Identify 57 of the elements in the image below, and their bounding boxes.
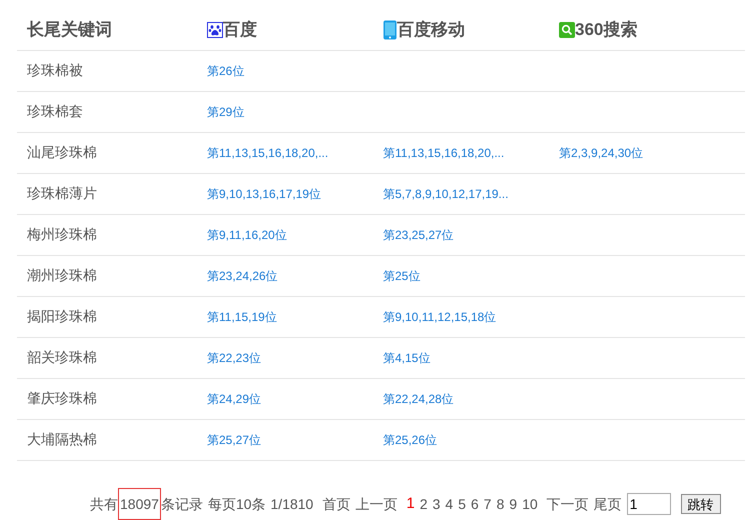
keyword-cell: 梅州珍珠棉: [27, 226, 97, 242]
page-link[interactable]: 5: [458, 494, 466, 514]
page-input[interactable]: 1: [626, 493, 671, 515]
rank-link[interactable]: 第25,27位: [207, 433, 262, 447]
rank-link[interactable]: 第9,10,11,12,15,18位: [383, 310, 496, 324]
rank-link[interactable]: 第29位: [207, 105, 244, 119]
column-header: 百度: [223, 19, 257, 42]
page-link[interactable]: 10: [522, 494, 538, 514]
prev-page-link[interactable]: 上一页: [355, 494, 398, 514]
rank-link[interactable]: 第11,13,15,16,18,20,...: [207, 146, 328, 160]
keyword-cell: 揭阳珍珠棉: [27, 308, 97, 324]
page-link[interactable]: 7: [484, 494, 492, 514]
column-header: 长尾关键词: [27, 19, 112, 42]
page-link[interactable]: 9: [509, 494, 518, 514]
keyword-cell: 汕尾珍珠棉: [27, 144, 97, 160]
paw-icon: [207, 22, 223, 38]
page-link[interactable]: 3: [432, 494, 440, 514]
rank-link[interactable]: 第26位: [207, 64, 244, 78]
rank-link[interactable]: 第11,15,19位: [207, 310, 277, 324]
page-link[interactable]: 6: [470, 494, 479, 514]
column-header: 360搜索: [575, 19, 638, 42]
total-count: 18097: [118, 488, 161, 520]
column-header: 百度移动: [397, 19, 465, 42]
keyword-cell: 珍珠棉被: [27, 62, 83, 78]
first-page-link[interactable]: 首页: [322, 494, 350, 514]
rank-link[interactable]: 第9,10,13,16,17,19位: [207, 187, 322, 201]
jump-button[interactable]: 跳转: [680, 494, 721, 514]
per-page-label: 每页10条: [208, 494, 266, 514]
rank-link[interactable]: 第24,29位: [207, 392, 262, 406]
rank-link[interactable]: 第4,15位: [383, 351, 430, 365]
rank-link[interactable]: 第22,23位: [207, 351, 262, 365]
rank-link[interactable]: 第9,11,16,20位: [207, 228, 287, 242]
page-link[interactable]: 8: [496, 494, 504, 514]
keyword-cell: 珍珠棉套: [27, 103, 83, 119]
rank-link[interactable]: 第23,24,26位: [207, 269, 278, 283]
rank-link[interactable]: 第5,7,8,9,10,12,17,19...: [383, 187, 508, 201]
keyword-cell: 珍珠棉薄片: [27, 185, 97, 201]
rank-link[interactable]: 第11,13,15,16,18,20,...: [383, 146, 504, 160]
search-icon: [559, 22, 575, 38]
rank-link[interactable]: 第23,25,27位: [383, 228, 454, 242]
rank-link[interactable]: 第25,26位: [383, 433, 438, 447]
next-page-link[interactable]: 下一页: [546, 494, 589, 514]
phone-icon: [383, 20, 397, 40]
page-link[interactable]: 4: [445, 494, 454, 514]
rank-link[interactable]: 第25位: [383, 269, 420, 283]
page-link[interactable]: 2: [420, 494, 428, 514]
keyword-cell: 韶关珍珠棉: [27, 349, 97, 365]
total-label: 共有: [90, 494, 118, 514]
total-label: 条记录: [160, 494, 203, 514]
rank-link[interactable]: 第2,3,9,24,30位: [559, 146, 644, 160]
rank-link[interactable]: 第22,24,28位: [383, 392, 454, 406]
keyword-cell: 肇庆珍珠棉: [27, 390, 97, 406]
page-link[interactable]: 1: [406, 492, 415, 516]
page-counter: 1/1810: [270, 494, 314, 514]
keyword-cell: 潮州珍珠棉: [27, 267, 97, 283]
last-page-link[interactable]: 尾页: [594, 494, 622, 514]
keyword-cell: 大埔隔热棉: [27, 431, 97, 447]
